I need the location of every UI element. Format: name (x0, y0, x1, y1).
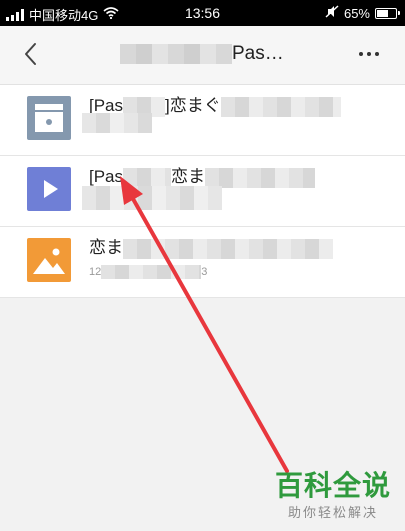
disk-image-icon (27, 96, 71, 140)
more-icon-dot (359, 52, 363, 56)
redacted (101, 265, 202, 279)
file-list: [Pas]恋まぐ 32 [Pas 恋ま 恋ま 12 3 (0, 85, 405, 298)
battery-fill (377, 9, 388, 17)
nav-bar: Pas… (0, 26, 405, 85)
file-item-2[interactable]: [Pas 恋ま (0, 156, 405, 227)
file-name-mid: 恋ま (89, 238, 123, 257)
more-icon-dot (375, 52, 379, 56)
file-name: [Pas 恋ま (89, 162, 316, 188)
file-meta-suffix: 3 (201, 265, 208, 278)
status-bar: 中国移动4G 13:56 65% (0, 0, 405, 26)
watermark-title: 百科全说 (274, 470, 391, 501)
watermark: 百科全说 助你轻松解决 (275, 464, 391, 521)
image-icon (27, 238, 71, 282)
status-right: 65% (325, 5, 400, 21)
file-meta: 12 3 (89, 265, 207, 279)
more-button[interactable] (353, 40, 385, 68)
watermark-subtitle: 助你轻松解决 (287, 505, 378, 520)
redacted (123, 238, 333, 259)
back-icon (25, 43, 36, 65)
file-meta-prefix: 12 (89, 265, 102, 278)
battery-percent: 65% (343, 5, 370, 21)
battery-icon (375, 7, 400, 19)
video-icon (27, 167, 71, 211)
title-redacted (120, 43, 232, 64)
file-item-3[interactable]: 恋ま 12 3 (0, 227, 405, 298)
redacted (220, 96, 341, 117)
back-button[interactable] (18, 40, 46, 68)
file-name-mid: 恋ま (171, 167, 206, 186)
title-suffix: Pas… (232, 43, 284, 64)
file-item-1[interactable]: [Pas]恋まぐ 32 (0, 85, 405, 156)
page-title: Pas… (120, 43, 284, 65)
redacted (123, 167, 172, 188)
file-name-prefix: [Pas (89, 167, 124, 186)
redacted (82, 113, 152, 133)
redacted (205, 167, 316, 188)
redacted (82, 186, 222, 210)
file-name: 恋ま (89, 233, 333, 259)
more-icon-dot (367, 52, 371, 56)
screen: 中国移动4G 13:56 65% Pas… [Pas]恋まぐ [Pas 恋ま … (0, 0, 405, 531)
file-name-mid: ]恋まぐ (165, 96, 221, 115)
mute-icon (325, 5, 339, 21)
